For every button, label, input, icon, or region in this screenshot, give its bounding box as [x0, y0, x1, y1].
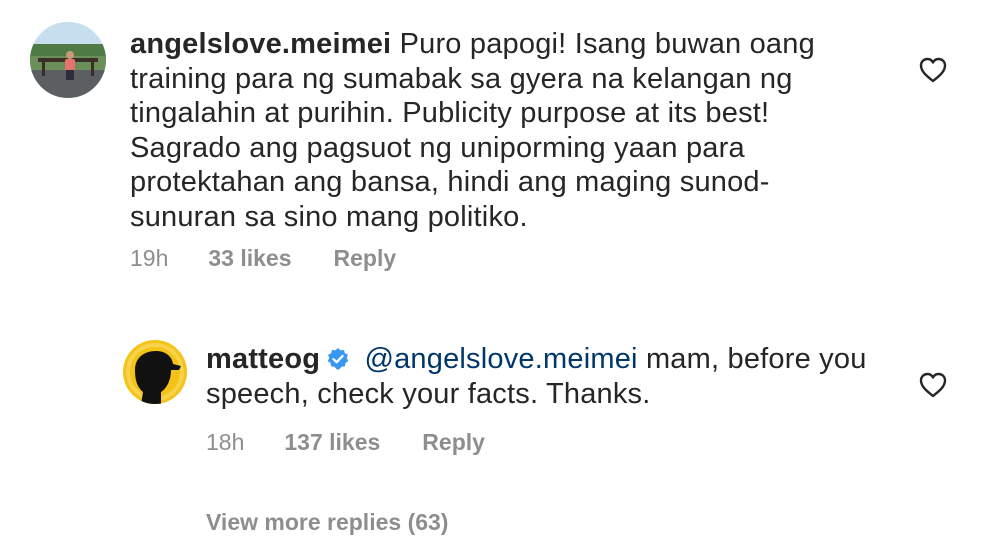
- commenter-avatar[interactable]: [123, 340, 187, 404]
- like-button[interactable]: [919, 372, 947, 398]
- comment-username[interactable]: matteog: [206, 343, 320, 375]
- profile-photo-icon: [30, 22, 106, 98]
- reply-button[interactable]: Reply: [334, 245, 397, 272]
- profile-photo-icon: [123, 340, 187, 404]
- comment-meta: 19h 33 likes Reply: [130, 245, 396, 272]
- like-button[interactable]: [919, 57, 947, 83]
- comment-timestamp[interactable]: 19h: [130, 245, 168, 272]
- comment-timestamp[interactable]: 18h: [206, 429, 244, 456]
- comment-meta: 18h 137 likes Reply: [206, 429, 485, 456]
- reply-button[interactable]: Reply: [422, 429, 485, 456]
- comment-username[interactable]: angelslove.meimei: [130, 28, 391, 60]
- verified-badge-icon: [326, 347, 350, 371]
- comment-likes-count[interactable]: 33 likes: [208, 245, 291, 272]
- comment-body: matteog @angelslove.meimei mam, before y…: [206, 342, 886, 411]
- commenter-avatar[interactable]: [30, 22, 106, 98]
- comment-body: angelslove.meimei Puro papogi! Isang buw…: [130, 27, 850, 234]
- heart-outline-icon: [919, 57, 947, 83]
- mention-link[interactable]: @angelslove.meimei: [364, 343, 637, 375]
- heart-outline-icon: [919, 372, 947, 398]
- comment-likes-count[interactable]: 137 likes: [284, 429, 380, 456]
